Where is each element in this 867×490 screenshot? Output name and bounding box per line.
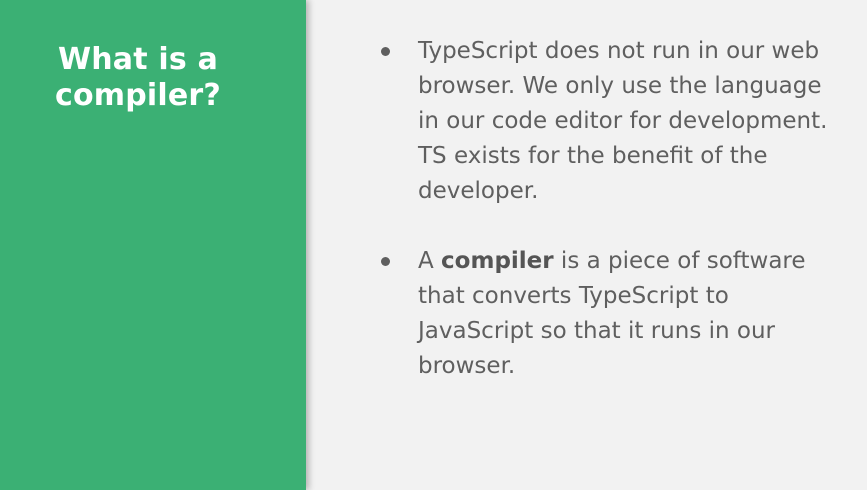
bold-term-compiler: compiler [441, 248, 554, 274]
bullet-dot [381, 47, 390, 56]
bullet-prefix: A [418, 248, 442, 274]
bullet-text: TypeScript does not run in our web brows… [418, 38, 828, 204]
slide-title: What is a compiler? [54, 42, 222, 113]
slide: What is a compiler? TypeScript does not … [0, 0, 867, 490]
bullet-item-compiler: A compiler is a piece of software that c… [375, 244, 845, 384]
bullet-dot [381, 257, 390, 266]
bullet-list: TypeScript does not run in our web brows… [375, 34, 845, 419]
title-panel: What is a compiler? [0, 0, 306, 490]
bullet-item-typescript: TypeScript does not run in our web brows… [375, 34, 845, 209]
